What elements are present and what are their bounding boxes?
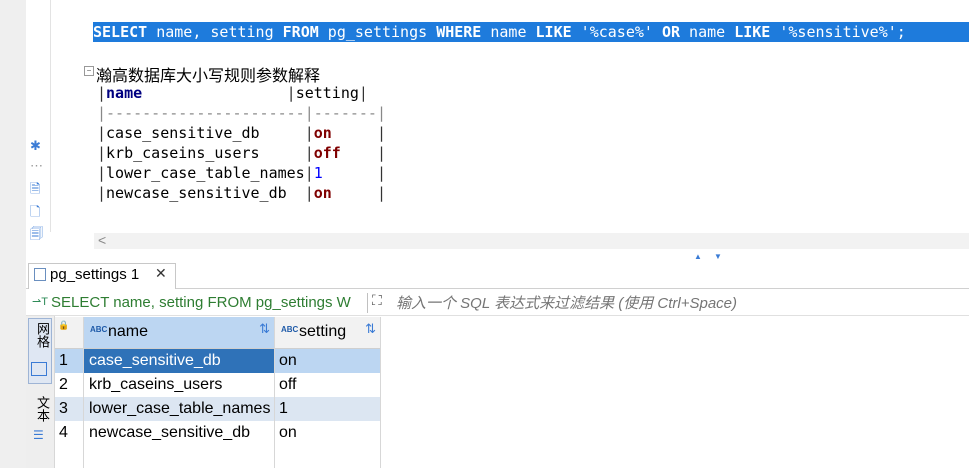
text-view-label[interactable]: 文本 bbox=[33, 396, 52, 422]
editor-horizontal-scrollbar[interactable] bbox=[94, 233, 969, 249]
md-table-row: |krb_caseins_users |off | bbox=[97, 144, 386, 162]
sql-token: setting bbox=[210, 23, 283, 41]
md-table-header: |name |setting| bbox=[97, 84, 368, 102]
sort-filter-icon[interactable]: ⇅ bbox=[259, 321, 270, 337]
file-error-icon[interactable]: 🗋 bbox=[30, 203, 40, 225]
table-row[interactable]: 3 lower_case_table_names 1 bbox=[55, 397, 381, 421]
settings-gear-icon[interactable]: ✱ bbox=[30, 138, 41, 154]
md-table-row: |lower_case_table_names|1 | bbox=[97, 164, 386, 182]
text-type-icon: ABC bbox=[281, 325, 299, 334]
sql-token: SELECT bbox=[93, 23, 148, 41]
md-sep-name: ---------------------- bbox=[106, 104, 305, 122]
sql-text-icon: ⇀T bbox=[32, 296, 48, 308]
grid-divider bbox=[380, 317, 381, 468]
md-cell-setting: on bbox=[313, 124, 332, 142]
sql-token: name, bbox=[147, 23, 211, 41]
md-table-row: |newcase_sensitive_db |on | bbox=[97, 184, 386, 202]
sql-token: FROM bbox=[282, 23, 319, 41]
text-type-icon: ABC bbox=[90, 325, 108, 334]
sql-token: name bbox=[680, 23, 735, 41]
table-row[interactable]: 1 case_sensitive_db on bbox=[55, 349, 381, 373]
cell-setting[interactable]: off bbox=[274, 373, 381, 397]
sql-token: WHERE bbox=[436, 23, 482, 41]
md-cell-name: newcase_sensitive_db bbox=[106, 184, 287, 202]
md-cell-setting: off bbox=[313, 144, 341, 162]
md-header-setting: setting bbox=[295, 84, 359, 102]
sql-token: '%case%' bbox=[571, 23, 662, 41]
md-cell-setting: 1 bbox=[313, 164, 323, 182]
cell-setting[interactable]: on bbox=[274, 349, 381, 373]
grid-divider bbox=[83, 317, 84, 468]
row-number[interactable]: 4 bbox=[55, 421, 83, 445]
sql-token: LIKE bbox=[535, 23, 572, 41]
sql-token: LIKE bbox=[734, 23, 771, 41]
table-row[interactable]: 4 newcase_sensitive_db on bbox=[55, 421, 381, 445]
md-table-row: |case_sensitive_db |on | bbox=[97, 124, 386, 142]
xml-file-icon[interactable]: 🗐 bbox=[30, 225, 43, 247]
left-gutter bbox=[0, 0, 26, 468]
expand-icon[interactable]: ⛶ bbox=[372, 292, 382, 309]
grid-view-label[interactable]: 网格 bbox=[33, 322, 52, 348]
text-view-icon[interactable]: ☰ bbox=[33, 428, 44, 442]
row-number[interactable]: 3 bbox=[55, 397, 83, 421]
md-table-separator: |----------------------|-------| bbox=[97, 104, 386, 122]
sql-token: pg_settings bbox=[318, 23, 437, 41]
panel-splitter[interactable] bbox=[26, 254, 969, 262]
md-cell-name: case_sensitive_db bbox=[106, 124, 260, 142]
results-tab-label[interactable]: pg_settings 1 bbox=[50, 266, 139, 283]
selected-sql-statement[interactable]: SELECT name, setting FROM pg_settings WH… bbox=[93, 22, 969, 42]
close-icon[interactable]: ✕ bbox=[155, 265, 167, 282]
md-sep-setting: ------- bbox=[313, 104, 377, 122]
cell-setting[interactable]: on bbox=[274, 421, 381, 445]
dots-icon: ⋯ bbox=[30, 158, 43, 173]
column-label: setting bbox=[299, 323, 347, 340]
grid-icon[interactable] bbox=[31, 362, 47, 376]
export-file-icon[interactable]: 🗎 bbox=[30, 180, 40, 202]
cell-name[interactable]: case_sensitive_db bbox=[84, 349, 274, 373]
filter-input[interactable] bbox=[394, 294, 958, 313]
md-cell-setting: on bbox=[313, 184, 332, 202]
cell-name[interactable]: lower_case_table_names bbox=[84, 397, 274, 421]
lock-icon: 🔒 bbox=[58, 320, 70, 330]
md-cell-name: lower_case_table_names bbox=[106, 164, 305, 182]
grid-divider bbox=[274, 317, 275, 468]
sort-filter-icon[interactable]: ⇅ bbox=[365, 321, 376, 337]
filter-divider bbox=[367, 293, 368, 313]
scroll-left-arrow-icon[interactable]: < bbox=[98, 232, 106, 248]
source-query-text[interactable]: SELECT name, setting FROM pg_settings W bbox=[51, 294, 365, 311]
sql-token: '%sensitive%'; bbox=[770, 23, 906, 41]
sql-token: OR bbox=[661, 23, 681, 41]
row-number[interactable]: 2 bbox=[55, 373, 83, 397]
md-header-name: name bbox=[106, 84, 143, 102]
cell-name[interactable]: krb_caseins_users bbox=[84, 373, 274, 397]
table-grid-icon bbox=[34, 268, 46, 281]
column-header-setting[interactable]: ABC setting ⇅ bbox=[275, 317, 381, 349]
editor-gutter-divider bbox=[50, 0, 51, 232]
sql-token: name bbox=[481, 23, 536, 41]
cell-name[interactable]: newcase_sensitive_db bbox=[84, 421, 274, 445]
row-number[interactable]: 1 bbox=[55, 349, 83, 373]
cell-setting[interactable]: 1 bbox=[274, 397, 381, 421]
column-label: name bbox=[108, 323, 149, 340]
table-row[interactable]: 2 krb_caseins_users off bbox=[55, 373, 381, 397]
fold-marker-icon[interactable]: − bbox=[84, 66, 94, 76]
md-cell-name: krb_caseins_users bbox=[106, 144, 260, 162]
column-header-name[interactable]: ABC name ⇅ bbox=[84, 317, 275, 349]
maximize-arrow-icon[interactable]: ▲ bbox=[694, 252, 702, 261]
minimize-arrow-icon[interactable]: ▼ bbox=[714, 252, 722, 261]
